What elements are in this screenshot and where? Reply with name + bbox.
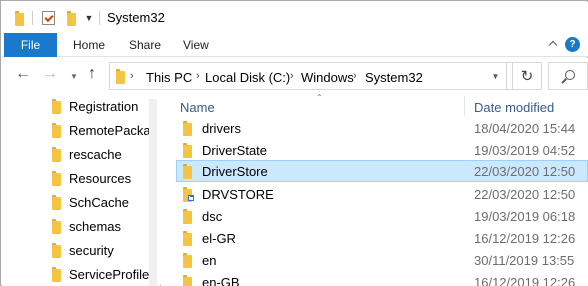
nav-item-label: schemas xyxy=(69,218,122,234)
folder-icon xyxy=(52,194,61,210)
nav-item-label: SchCache xyxy=(69,194,129,210)
title-bar: ▼ System32 xyxy=(2,2,588,33)
titlebar-divider xyxy=(99,11,100,25)
nav-item-schcache[interactable]: SchCache xyxy=(52,191,129,213)
file-name: en xyxy=(202,253,217,268)
file-name: drivers xyxy=(202,121,242,136)
nav-item-label: RemotePackag xyxy=(69,122,158,138)
tab-home[interactable]: Home xyxy=(73,38,105,52)
nav-item-resources[interactable]: Resources xyxy=(52,167,131,189)
file-list: ⌃ Name Date modified drivers 18/04/2020 … xyxy=(161,93,588,286)
folder-icon xyxy=(183,231,192,246)
window-title: System32 xyxy=(107,10,165,25)
navigation-bar: ← → ▼ ↑ › This PC › Local Disk (C:) › Wi… xyxy=(2,58,588,93)
back-arrow-icon[interactable]: ← xyxy=(15,66,31,82)
nav-item-label: Registration xyxy=(69,98,139,114)
folder-icon xyxy=(52,266,61,282)
file-name: en-GB xyxy=(202,275,240,286)
folder-icon xyxy=(52,98,61,114)
file-name: dsc xyxy=(202,209,223,224)
address-dropdown-chevron-icon[interactable]: ▼ xyxy=(485,62,507,90)
titlebar-divider xyxy=(32,11,33,25)
file-date: 22/03/2020 12:50 xyxy=(474,164,576,179)
file-date: 19/03/2019 06:18 xyxy=(474,209,576,224)
file-name: DriverStore xyxy=(202,164,268,179)
column-header-name[interactable]: Name xyxy=(180,100,215,115)
folder-icon xyxy=(52,122,61,138)
new-folder-icon[interactable] xyxy=(64,10,78,26)
file-date: 22/03/2020 12:50 xyxy=(474,187,576,202)
file-date: 18/04/2020 15:44 xyxy=(474,121,576,136)
file-row[interactable]: DriverState 19/03/2019 04:52 xyxy=(176,139,588,161)
folder-icon xyxy=(183,275,192,286)
refresh-icon[interactable]: ↻ xyxy=(512,62,542,90)
folder-icon xyxy=(183,209,192,224)
nav-item-security[interactable]: security xyxy=(52,239,114,261)
breadcrumb-system32[interactable]: System32 xyxy=(365,70,423,85)
folder-shortcut-icon xyxy=(183,187,194,202)
expand-ribbon-chevron-icon[interactable] xyxy=(548,39,558,49)
forward-arrow-icon[interactable]: → xyxy=(42,66,58,82)
up-arrow-icon[interactable]: ↑ xyxy=(88,66,96,82)
nav-item-label: security xyxy=(69,242,114,258)
navigation-pane: Registration RemotePackag rescache Resou… xyxy=(2,93,160,286)
folder-icon xyxy=(183,143,192,158)
window-folder-icon[interactable] xyxy=(12,10,26,26)
tab-file[interactable]: File xyxy=(4,33,57,57)
search-input[interactable] xyxy=(548,62,588,90)
file-row-selected[interactable]: DriverStore 22/03/2020 12:50 xyxy=(176,160,588,182)
file-name: el-GR xyxy=(202,231,236,246)
breadcrumb-local-disk[interactable]: Local Disk (C:) xyxy=(205,70,290,85)
navigation-pane-scrollbar[interactable] xyxy=(149,99,157,286)
nav-item-registration[interactable]: Registration xyxy=(52,95,138,117)
file-name: DRVSTORE xyxy=(202,187,274,202)
sort-ascending-chevron-icon: ⌃ xyxy=(316,93,323,102)
nav-item-rescache[interactable]: rescache xyxy=(52,143,122,165)
nav-item-remotepackages[interactable]: RemotePackag xyxy=(52,119,158,141)
breadcrumb-separator-icon[interactable]: › xyxy=(290,70,294,82)
nav-item-serviceprofiles[interactable]: ServiceProfile xyxy=(52,263,149,285)
breadcrumb-this-pc[interactable]: This PC xyxy=(146,70,192,85)
folder-icon xyxy=(183,164,192,179)
folder-icon xyxy=(183,253,192,268)
file-row[interactable]: en 30/11/2019 13:55 xyxy=(176,249,588,271)
folder-icon xyxy=(183,121,192,136)
address-folder-icon xyxy=(116,69,125,84)
folder-icon xyxy=(52,218,61,234)
address-bar[interactable]: › This PC › Local Disk (C:) › Windows › … xyxy=(109,62,513,90)
nav-item-label: rescache xyxy=(69,146,122,162)
recent-locations-chevron-icon[interactable]: ▼ xyxy=(70,69,78,85)
ribbon-tabs: File Home Share View ? xyxy=(2,33,588,57)
file-row[interactable]: el-GR 16/12/2019 12:26 xyxy=(176,227,588,249)
tab-view[interactable]: View xyxy=(183,38,209,52)
file-row[interactable]: en-GB 16/12/2019 12:26 xyxy=(176,271,588,286)
file-date: 16/12/2019 12:26 xyxy=(474,231,576,246)
explorer-window: ▼ System32 File Home Share View ? ← → ▼ … xyxy=(0,0,588,286)
properties-icon[interactable] xyxy=(40,10,56,26)
file-date: 16/12/2019 12:26 xyxy=(474,275,576,286)
file-name: DriverState xyxy=(202,143,268,158)
breadcrumb-separator-icon[interactable]: › xyxy=(353,70,357,82)
customize-toolbar-dropdown-icon[interactable]: ▼ xyxy=(84,10,94,26)
column-divider[interactable] xyxy=(464,96,465,116)
folder-icon xyxy=(52,170,61,186)
nav-item-label: Resources xyxy=(69,170,132,186)
file-date: 30/11/2019 13:55 xyxy=(474,253,575,268)
nav-item-label: ServiceProfile xyxy=(69,266,150,282)
file-row[interactable]: dsc 19/03/2019 06:18 xyxy=(176,205,588,227)
breadcrumb-separator-icon[interactable]: › xyxy=(196,70,200,82)
help-icon[interactable]: ? xyxy=(565,37,580,52)
file-row[interactable]: drivers 18/04/2020 15:44 xyxy=(176,117,588,139)
folder-icon xyxy=(52,146,61,162)
breadcrumb-separator-icon[interactable]: › xyxy=(130,70,134,82)
folder-icon xyxy=(52,242,61,258)
column-header-date-modified[interactable]: Date modified xyxy=(474,100,554,115)
file-date: 19/03/2019 04:52 xyxy=(474,143,576,158)
search-icon xyxy=(565,70,575,80)
breadcrumb-windows[interactable]: Windows xyxy=(301,70,354,85)
file-row[interactable]: DRVSTORE 22/03/2020 12:50 xyxy=(176,183,588,205)
tab-share[interactable]: Share xyxy=(129,38,161,52)
nav-item-schemas[interactable]: schemas xyxy=(52,215,121,237)
